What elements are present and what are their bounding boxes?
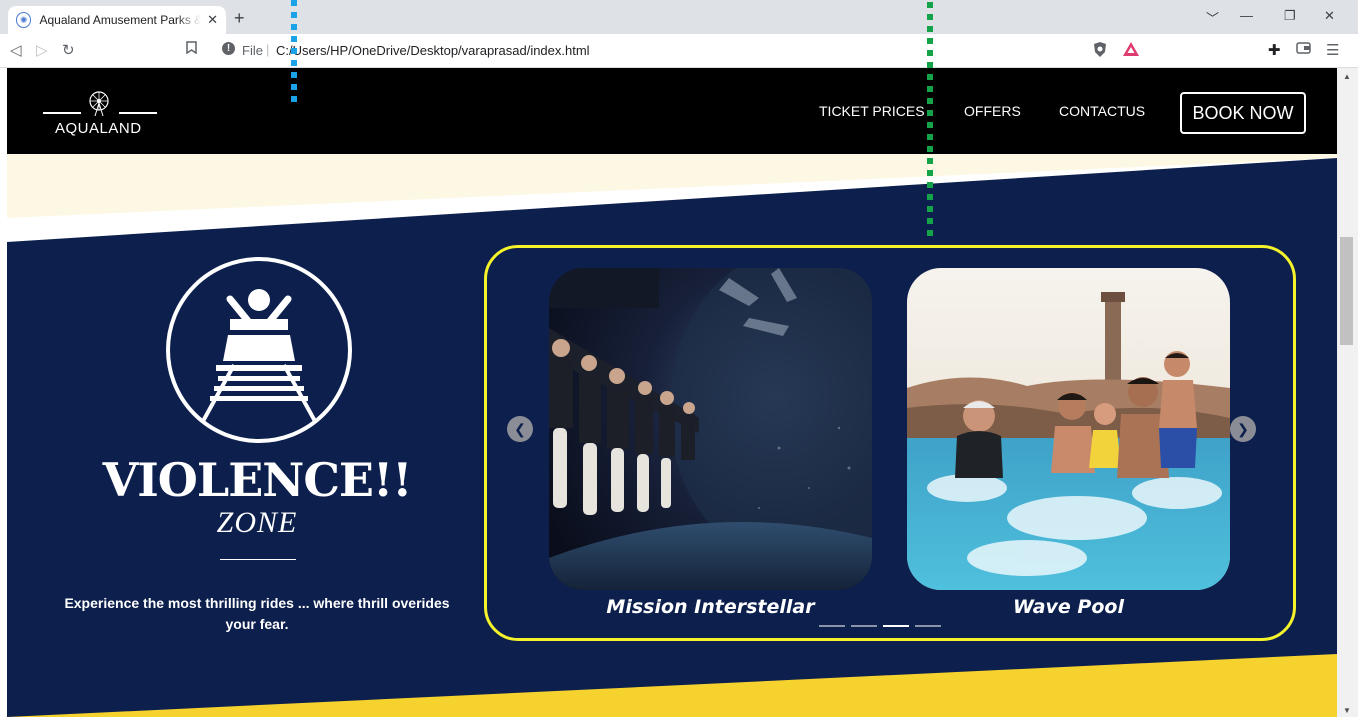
bookmark-icon[interactable] [186, 41, 197, 58]
scrollbar-thumb[interactable] [1340, 237, 1353, 345]
caption-wave-pool: Wave Pool [1013, 596, 1124, 618]
carousel-indicator[interactable] [819, 625, 845, 627]
carousel-indicator[interactable] [883, 625, 909, 627]
rides-carousel: Mission Interstellar Wave Pool ❮ ❯ [484, 245, 1296, 641]
logo-line-right [119, 112, 157, 114]
zone-description: Experience the most thrilling rides ... … [64, 595, 450, 632]
carousel-prev-button[interactable]: ❮ [507, 416, 533, 442]
blue-dashed-marker [291, 0, 297, 106]
caption-mission-interstellar: Mission Interstellar [606, 596, 815, 618]
scheme-label: File [242, 43, 263, 58]
scroll-down-arrow-icon[interactable]: ▼ [1343, 706, 1351, 715]
tab-title: Aqualand Amusement Parks & Resorts [39, 13, 201, 27]
address-bar[interactable]: ! File | C:/Users/HP/OneDrive/Desktop/va… [210, 38, 1210, 64]
carousel-indicator[interactable] [851, 625, 877, 627]
slide-wave-pool-image[interactable] [907, 268, 1230, 590]
carousel-next-button[interactable]: ❯ [1230, 416, 1256, 442]
logo-text: AQUALAND [55, 120, 142, 137]
browser-toolbar: ◁ ▷ ↻ ! File | C:/Users/HP/OneDrive/Desk… [0, 34, 1358, 68]
aqualand-logo[interactable]: AQUALAND [43, 90, 157, 140]
extensions-icon[interactable]: ✚ [1268, 41, 1281, 59]
zone-divider [220, 559, 296, 560]
url-text[interactable]: C:/Users/HP/OneDrive/Desktop/varaprasad/… [276, 43, 590, 58]
logo-line-left [43, 112, 81, 114]
brave-rewards-icon[interactable] [1122, 41, 1140, 61]
web-page: AQUALAND TICKET PRICES OFFERS CONTACTUS … [7, 68, 1337, 717]
info-icon[interactable]: ! [222, 42, 235, 55]
green-dashed-marker [927, 2, 933, 242]
nav-contactus[interactable]: CONTACTUS [1059, 103, 1145, 119]
browser-tab-strip: ✺ Aqualand Amusement Parks & Resorts ✕ +… [0, 0, 1358, 34]
zone-subtitle: ZONE [216, 506, 298, 539]
book-now-button[interactable]: BOOK NOW [1180, 92, 1306, 134]
new-tab-icon[interactable]: + [234, 8, 245, 29]
back-icon[interactable]: ◁ [10, 41, 22, 59]
brave-shield-icon[interactable] [1092, 41, 1108, 62]
site-navbar: AQUALAND TICKET PRICES OFFERS CONTACTUS … [7, 68, 1337, 154]
minimize-icon[interactable]: — [1240, 8, 1253, 23]
address-separator: | [266, 42, 270, 57]
maximize-icon[interactable]: ❐ [1284, 8, 1296, 24]
zone-title: VIOLENCE!! [102, 453, 413, 507]
ferris-wheel-icon [89, 91, 109, 116]
roller-coaster-icon [166, 257, 352, 443]
reload-icon[interactable]: ↻ [62, 41, 75, 59]
close-tab-icon[interactable]: ✕ [207, 12, 218, 28]
page-scrollbar[interactable] [1337, 68, 1358, 717]
ferris-wheel-favicon-icon: ✺ [16, 12, 32, 28]
scroll-up-arrow-icon[interactable]: ▲ [1343, 72, 1351, 81]
slide-mission-interstellar-image[interactable] [549, 268, 872, 590]
forward-icon[interactable]: ▷ [36, 41, 48, 59]
wallet-icon[interactable] [1296, 41, 1311, 58]
close-window-icon[interactable]: ✕ [1324, 8, 1335, 24]
carousel-indicators [819, 625, 941, 627]
menu-icon[interactable]: ☰ [1326, 41, 1339, 59]
tab-search-icon[interactable]: ﹀ [1206, 8, 1219, 27]
carousel-indicator[interactable] [915, 625, 941, 627]
nav-offers[interactable]: OFFERS [964, 103, 1021, 119]
browser-tab-active[interactable]: ✺ Aqualand Amusement Parks & Resorts ✕ [8, 6, 226, 34]
nav-ticket-prices[interactable]: TICKET PRICES [819, 103, 925, 119]
